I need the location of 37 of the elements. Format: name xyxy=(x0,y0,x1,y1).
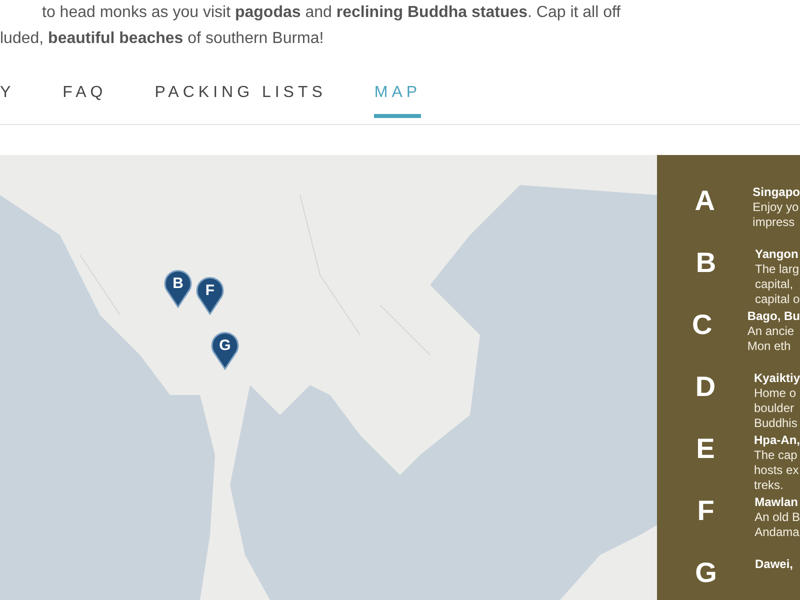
stop-description: Buddhis xyxy=(754,416,798,431)
stop-letter: A xyxy=(694,185,716,217)
map-pin[interactable]: G xyxy=(211,330,239,370)
stop-title: Bago, Bu xyxy=(747,309,800,324)
intro-text: luded, beautiful beaches of southern Burma! xyxy=(0,29,324,49)
stop-description: Mon eth xyxy=(747,339,792,354)
map-pin[interactable]: F xyxy=(196,275,224,315)
stop-description: capital o xyxy=(755,292,800,307)
stop-title: Kyaiktiy xyxy=(754,371,800,386)
tab[interactable]: PACKING LISTS xyxy=(154,84,326,118)
stop-description: An old B xyxy=(754,510,800,525)
stop-letter: D xyxy=(694,371,717,403)
stop-letter: G xyxy=(694,557,718,589)
stop-description: treks. xyxy=(754,478,784,493)
stop-description: Home o xyxy=(754,386,797,401)
intro-text: to head monks as you visit pagodas and reclining Buddha statues. Cap it all off xyxy=(42,3,621,23)
stop-description: The larg xyxy=(755,262,800,277)
tab[interactable]: FAQ xyxy=(62,84,107,118)
stop-description: An ancie xyxy=(747,324,796,339)
stop-description: boulder xyxy=(754,401,795,416)
stop-title: Mawlan xyxy=(754,495,799,510)
stop-description: Andama xyxy=(754,525,800,540)
map-pin[interactable]: B xyxy=(164,268,192,308)
stop-description: capital, xyxy=(755,277,794,292)
stop-title: Hpa-An, xyxy=(754,433,800,448)
stop-letter: F xyxy=(696,495,716,527)
stop-description: hosts ex xyxy=(754,463,800,478)
stop-description: The cap xyxy=(754,448,798,463)
stop-letter: E xyxy=(695,433,716,465)
stop-letter: C xyxy=(691,309,714,341)
stop-letter: B xyxy=(694,247,718,279)
stop-title: Yangon xyxy=(755,247,800,262)
stop-title: Singapo xyxy=(752,185,800,200)
stop-description: Enjoy yo xyxy=(752,200,800,215)
tab[interactable]: Y xyxy=(0,84,15,118)
stop-title: Dawei, xyxy=(755,557,794,572)
stop-description: impress xyxy=(752,215,796,230)
